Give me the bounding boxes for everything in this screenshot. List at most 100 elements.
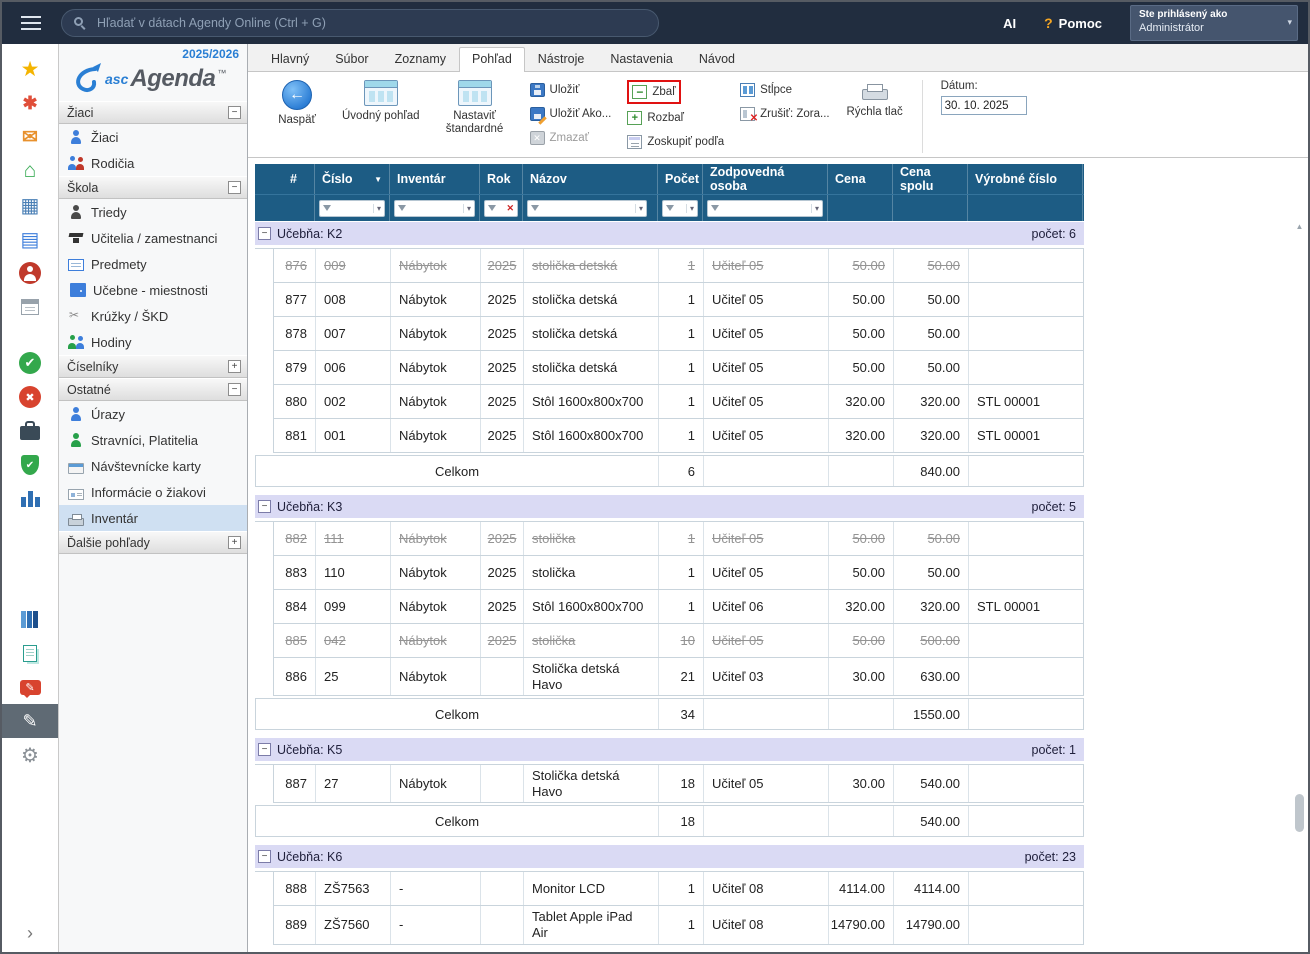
sidebar-section-skola[interactable]: Škola− — [59, 176, 247, 199]
table-row[interactable]: 877008Nábytok2025stolička detská1Učiteľ … — [273, 283, 1084, 317]
filter-cislo[interactable]: ▾ — [319, 200, 385, 217]
table-row[interactable]: 880002Nábytok2025Stôl 1600x800x7001Učite… — [273, 385, 1084, 419]
check-icon[interactable] — [2, 346, 59, 380]
group-header-row[interactable]: −Učebňa: K5počet: 1 — [255, 738, 1084, 761]
filter-pocet[interactable]: ▾ — [662, 200, 698, 217]
school-year[interactable]: 2025/2026 — [59, 44, 247, 61]
chart-icon[interactable] — [2, 482, 59, 516]
table-row[interactable]: 889ZŠ7560-Tablet Apple iPad Air1Učiteľ 0… — [273, 906, 1084, 944]
pen-icon[interactable] — [2, 704, 59, 738]
tab-zoznamy[interactable]: Zoznamy — [382, 47, 459, 71]
column-header-cena[interactable]: Cena — [828, 164, 893, 194]
home-view-button[interactable]: Úvodný pohľad — [342, 78, 420, 122]
table-row[interactable]: 879006Nábytok2025stolička detská1Učiteľ … — [273, 351, 1084, 385]
sidebar-item-inventar[interactable]: Inventár — [59, 505, 247, 531]
sidebar-item-stravnici-platitelia[interactable]: Stravníci, Platitelia — [59, 427, 247, 453]
sidebar-item-ziaci[interactable]: Žiaci — [59, 124, 247, 150]
group-collapse-icon[interactable]: − — [258, 850, 271, 863]
settings-icon[interactable] — [2, 738, 59, 772]
collapse-box-icon[interactable]: − — [228, 106, 241, 119]
table-row[interactable]: 883110Nábytok2025stolička1Učiteľ 0550.00… — [273, 556, 1084, 590]
back-button[interactable]: ← Naspäť — [268, 78, 326, 126]
absence-icon[interactable] — [2, 380, 59, 414]
expand-box-icon[interactable]: + — [228, 360, 241, 373]
timetable-icon[interactable] — [2, 188, 59, 222]
sidebar-section-ziaci[interactable]: Žiaci− — [59, 101, 247, 124]
expand-rail-icon[interactable]: › — [27, 923, 33, 944]
sidebar-item-ucebne-miestnosti[interactable]: Učebne - miestnosti — [59, 277, 247, 303]
clear-filter-icon[interactable]: ✕ — [506, 203, 514, 214]
columns-button[interactable]: Stĺpce — [740, 80, 830, 100]
table-row[interactable]: 882111Nábytok2025stolička1Učiteľ 0550.00… — [273, 522, 1084, 556]
delete-button[interactable]: Zmazať — [530, 128, 612, 148]
table-row[interactable]: 878007Nábytok2025stolička detská1Učiteľ … — [273, 317, 1084, 351]
table-row[interactable]: 885042Nábytok2025stolička10Učiteľ 0550.0… — [273, 624, 1084, 658]
table-row[interactable]: 881001Nábytok2025Stôl 1600x800x7001Učite… — [273, 419, 1084, 453]
tab-subor[interactable]: Súbor — [322, 47, 381, 71]
celebration-icon[interactable] — [2, 86, 59, 120]
group-collapse-icon[interactable]: − — [258, 743, 271, 756]
feedback-icon[interactable] — [2, 670, 59, 704]
column-header-cislo[interactable]: Číslo▼ — [315, 164, 390, 194]
sidebar-item-hodiny[interactable]: Hodiny — [59, 329, 247, 355]
star-icon[interactable] — [2, 52, 59, 86]
tab-nastavenia[interactable]: Nastavenia — [597, 47, 686, 71]
save-button[interactable]: Uložiť — [530, 80, 612, 100]
home-icon[interactable] — [2, 154, 59, 188]
column-header-rok[interactable]: Rok — [480, 164, 523, 194]
table-row[interactable]: 884099Nábytok2025Stôl 1600x800x7001Učite… — [273, 590, 1084, 624]
collapse-box-icon[interactable]: − — [228, 181, 241, 194]
scroll-up-icon[interactable]: ▲ — [1294, 222, 1305, 231]
filter-nazov[interactable]: ▾ — [527, 200, 647, 217]
tab-navod[interactable]: Návod — [686, 47, 748, 71]
sidebar-section-ciselniky[interactable]: Číselníky+ — [59, 355, 247, 378]
column-header-inventar[interactable]: Inventár — [390, 164, 480, 194]
profile-icon[interactable] — [2, 256, 59, 290]
group-header-row[interactable]: −Učebňa: K6počet: 23 — [255, 845, 1084, 868]
group-header-row[interactable]: −Učebňa: K3počet: 5 — [255, 495, 1084, 518]
group-by-button[interactable]: Zoskupiť podľa — [627, 132, 724, 152]
search-input[interactable] — [95, 15, 646, 31]
sidebar-item-rodicia[interactable]: Rodičia — [59, 150, 247, 176]
column-header-vyrobne[interactable]: Výrobné číslo — [968, 164, 1083, 194]
sidebar-item-navstevnicke-karty[interactable]: Návštevnícke karty — [59, 453, 247, 479]
collapse-button[interactable]: Zbaľ — [632, 82, 675, 102]
column-header-pocet[interactable]: Počet — [658, 164, 703, 194]
cancel-sort-button[interactable]: Zrušiť: Zora... — [740, 104, 830, 124]
sidebar-item-informacie-o-ziakovi[interactable]: Informácie o žiakovi — [59, 479, 247, 505]
sidebar-item-predmety[interactable]: Predmety — [59, 251, 247, 277]
sidebar-item-urazy[interactable]: Úrazy — [59, 401, 247, 427]
calendar-icon[interactable] — [2, 290, 59, 324]
filter-osoba[interactable]: ▾ — [707, 200, 823, 217]
help-button[interactable]: ? Pomoc — [1044, 15, 1102, 31]
group-collapse-icon[interactable]: − — [258, 500, 271, 513]
tab-pohlad[interactable]: Pohľad — [459, 47, 525, 72]
user-menu[interactable]: Ste prihlásený ako Administrátor ▾ — [1130, 5, 1298, 40]
collapse-box-icon[interactable]: − — [228, 383, 241, 396]
date-input[interactable] — [941, 96, 1027, 115]
tab-nastroje[interactable]: Nástroje — [525, 47, 598, 71]
expand-button[interactable]: Rozbaľ — [627, 108, 724, 128]
scrollbar-thumb[interactable] — [1295, 794, 1304, 832]
column-header-num[interactable]: # — [273, 164, 315, 194]
expand-box-icon[interactable]: + — [228, 536, 241, 549]
shield-icon[interactable] — [2, 448, 59, 482]
library-icon[interactable] — [2, 602, 59, 636]
tab-hlavny[interactable]: Hlavný — [258, 47, 322, 71]
sidebar-item-triedy[interactable]: Triedy — [59, 199, 247, 225]
column-header-nazov[interactable]: Názov — [523, 164, 658, 194]
quick-print-button[interactable]: Rýchla tlač — [846, 78, 904, 118]
filter-inventar[interactable]: ▾ — [394, 200, 475, 217]
ai-button[interactable]: AI — [1003, 16, 1016, 31]
vertical-scrollbar[interactable]: ▲ — [1294, 222, 1305, 948]
column-header-spolu[interactable]: Cena spolu — [893, 164, 968, 194]
sidebar-section-ostatne[interactable]: Ostatné− — [59, 378, 247, 401]
briefcase-icon[interactable] — [2, 414, 59, 448]
mail-icon[interactable] — [2, 120, 59, 154]
filter-rok[interactable]: ✕ — [484, 200, 518, 217]
group-collapse-icon[interactable]: − — [258, 227, 271, 240]
table-row[interactable]: 88727NábytokStolička detská Havo18Učiteľ… — [273, 765, 1084, 803]
table-row[interactable]: 88625NábytokStolička detská Havo21Učiteľ… — [273, 658, 1084, 696]
set-default-button[interactable]: Nastaviť štandardné — [436, 78, 514, 136]
sidebar-item-kruzky-skd[interactable]: Krúžky / ŠKD — [59, 303, 247, 329]
